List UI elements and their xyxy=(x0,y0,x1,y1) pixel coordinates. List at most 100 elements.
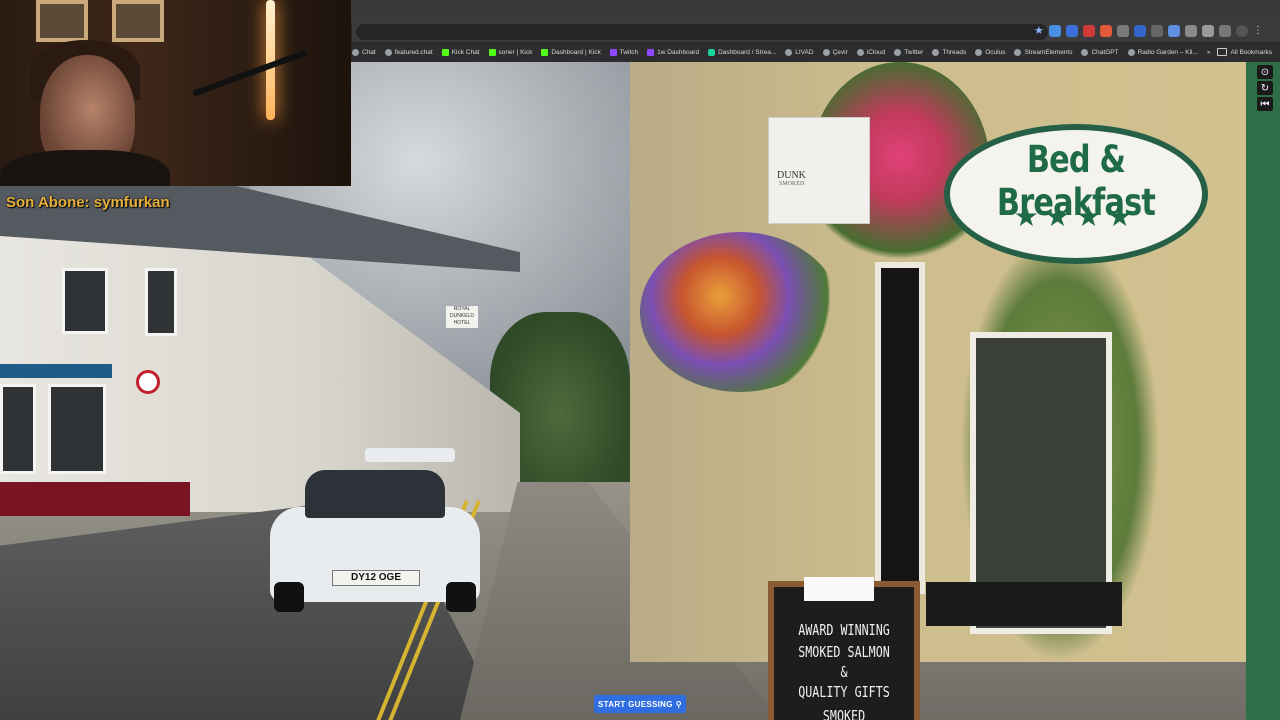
subscriber-alert: Son Abone: symfurkan xyxy=(6,194,170,211)
microphone-arm xyxy=(192,49,308,97)
bookmark-label: Kick Chat xyxy=(451,48,480,56)
bookmark-item[interactable]: Threads xyxy=(932,48,967,56)
streamlabs-icon xyxy=(708,48,716,56)
hotel-sign: ROYAL DUNKELD HOTEL xyxy=(446,306,478,328)
wall-frame xyxy=(36,0,88,42)
extension-icon[interactable] xyxy=(1184,25,1197,37)
car-windscreen xyxy=(305,470,445,518)
chalkboard-paper xyxy=(804,577,874,601)
extensions-row: ★ ⋮ xyxy=(1034,25,1263,39)
compass-icon[interactable]: ⊙ xyxy=(1257,65,1273,79)
bookmark-label: soner | Kick xyxy=(498,48,533,56)
bookmark-item[interactable]: Kick Chat xyxy=(441,48,480,56)
folder-icon xyxy=(1217,48,1228,56)
smokery-sign-text: DUNK xyxy=(777,170,806,181)
bookmark-item[interactable]: Oculus xyxy=(975,48,1006,56)
building-window xyxy=(0,384,36,474)
smokery-sign: DUNK SMOKED xyxy=(768,117,870,224)
bookmark-item[interactable]: Twitter xyxy=(894,48,924,56)
globe-icon xyxy=(856,48,864,56)
bookmark-label: iCloud xyxy=(866,48,886,56)
bookmarks-bar: Chat featured.chat Kick Chat soner | Kick Da… xyxy=(352,42,1280,62)
extension-icon[interactable] xyxy=(1167,25,1180,37)
globe-icon xyxy=(1014,48,1022,56)
globe-icon xyxy=(1127,48,1135,56)
bookmark-label: Twitch xyxy=(619,48,639,56)
shop-front xyxy=(0,482,190,516)
car-wheel xyxy=(446,582,476,612)
extension-icon[interactable] xyxy=(1048,25,1061,37)
hanging-basket xyxy=(640,232,840,392)
building-window xyxy=(145,268,177,336)
globe-icon xyxy=(932,48,940,56)
bookmark-label: Çevir xyxy=(832,48,848,56)
twitch-icon xyxy=(647,48,655,56)
license-plate: DY12 OGE xyxy=(332,570,420,586)
extension-icon[interactable] xyxy=(1218,25,1231,37)
start-guessing-label: START GUESSING xyxy=(598,699,673,709)
extension-icon[interactable] xyxy=(1201,25,1214,37)
bookmark-label: StreamElements xyxy=(1024,48,1073,56)
window-sill xyxy=(926,582,1122,626)
bookmark-item[interactable]: 1w Dashboard xyxy=(647,48,700,56)
globe-icon xyxy=(384,48,392,56)
bookmark-item[interactable]: soner | Kick xyxy=(488,48,533,56)
bookmark-item[interactable]: featured.chat xyxy=(384,48,433,56)
bookmark-label: Dashboard | Kick xyxy=(551,48,601,56)
return-to-start-icon[interactable]: ↻ xyxy=(1257,81,1273,95)
chalkboard-sign: AWARD WINNING SMOKED SALMON & QUALITY GI… xyxy=(768,577,920,720)
car: DY12 OGE xyxy=(270,448,480,612)
bookmark-item[interactable]: LIVAD xyxy=(785,48,814,56)
road-sign xyxy=(136,370,160,394)
bookmark-label: Threads xyxy=(942,48,967,56)
bookmark-item[interactable]: Twitch xyxy=(609,48,639,56)
profile-avatar[interactable] xyxy=(1235,25,1248,37)
extension-icon[interactable] xyxy=(1116,25,1129,37)
chalkboard-line: QUALITY GIFTS xyxy=(798,683,890,701)
bookmark-item[interactable]: Çevir xyxy=(822,48,848,56)
green-wall xyxy=(1246,62,1280,720)
bookmark-item[interactable]: iCloud xyxy=(856,48,886,56)
bed-and-breakfast-sign: Bed & Breakfast ★★★★ xyxy=(944,124,1208,264)
globe-icon xyxy=(785,48,793,56)
bookmark-label: Oculus xyxy=(985,48,1006,56)
webcam-overlay xyxy=(0,0,351,186)
bookmark-item[interactable]: Chat xyxy=(352,48,376,56)
bookmark-item[interactable]: Radio Garden – Kli... xyxy=(1127,48,1198,56)
extension-icon[interactable] xyxy=(1099,25,1112,37)
globe-icon xyxy=(894,48,902,56)
bookmark-label: Dashboard / Strea... xyxy=(718,48,777,56)
all-bookmarks[interactable]: All Bookmarks xyxy=(1217,48,1272,56)
undo-move-icon[interactable]: ⏮ xyxy=(1257,97,1273,111)
globe-icon xyxy=(975,48,983,56)
bookmark-item[interactable]: Dashboard / Strea... xyxy=(708,48,777,56)
bookmarks-overflow-button[interactable]: » xyxy=(1207,49,1211,56)
building-window xyxy=(48,384,106,474)
bookmark-label: Radio Garden – Kli... xyxy=(1137,48,1198,56)
bookmark-label: featured.chat xyxy=(394,48,433,56)
map-pin-icon: ⚲ xyxy=(675,699,682,709)
building-window xyxy=(62,268,108,334)
door xyxy=(875,262,925,594)
chalkboard-line: & xyxy=(840,663,848,681)
address-bar[interactable] xyxy=(356,24,1048,40)
menu-icon[interactable]: ⋮ xyxy=(1253,25,1263,39)
extension-icon[interactable] xyxy=(1150,25,1163,37)
bookmark-star-icon[interactable]: ★ xyxy=(1034,25,1044,39)
bookmark-item[interactable]: Dashboard | Kick xyxy=(541,48,601,56)
extension-icon[interactable] xyxy=(1065,25,1078,37)
car-roof-box xyxy=(365,448,455,462)
twitch-icon xyxy=(609,48,617,56)
kick-icon xyxy=(441,48,449,56)
globe-icon xyxy=(1081,48,1089,56)
bookmark-item[interactable]: ChatGPT xyxy=(1081,48,1119,56)
start-guessing-button[interactable]: START GUESSING ⚲ xyxy=(594,695,686,713)
bookmark-label: Twitter xyxy=(904,48,924,56)
wall-frame xyxy=(112,0,164,42)
bookmark-item[interactable]: StreamElements xyxy=(1014,48,1073,56)
extension-icon[interactable] xyxy=(1082,25,1095,37)
bookmark-label: Chat xyxy=(362,48,376,56)
bookmark-label: 1w Dashboard xyxy=(657,48,700,56)
globe-icon xyxy=(822,48,830,56)
extension-icon[interactable] xyxy=(1133,25,1146,37)
